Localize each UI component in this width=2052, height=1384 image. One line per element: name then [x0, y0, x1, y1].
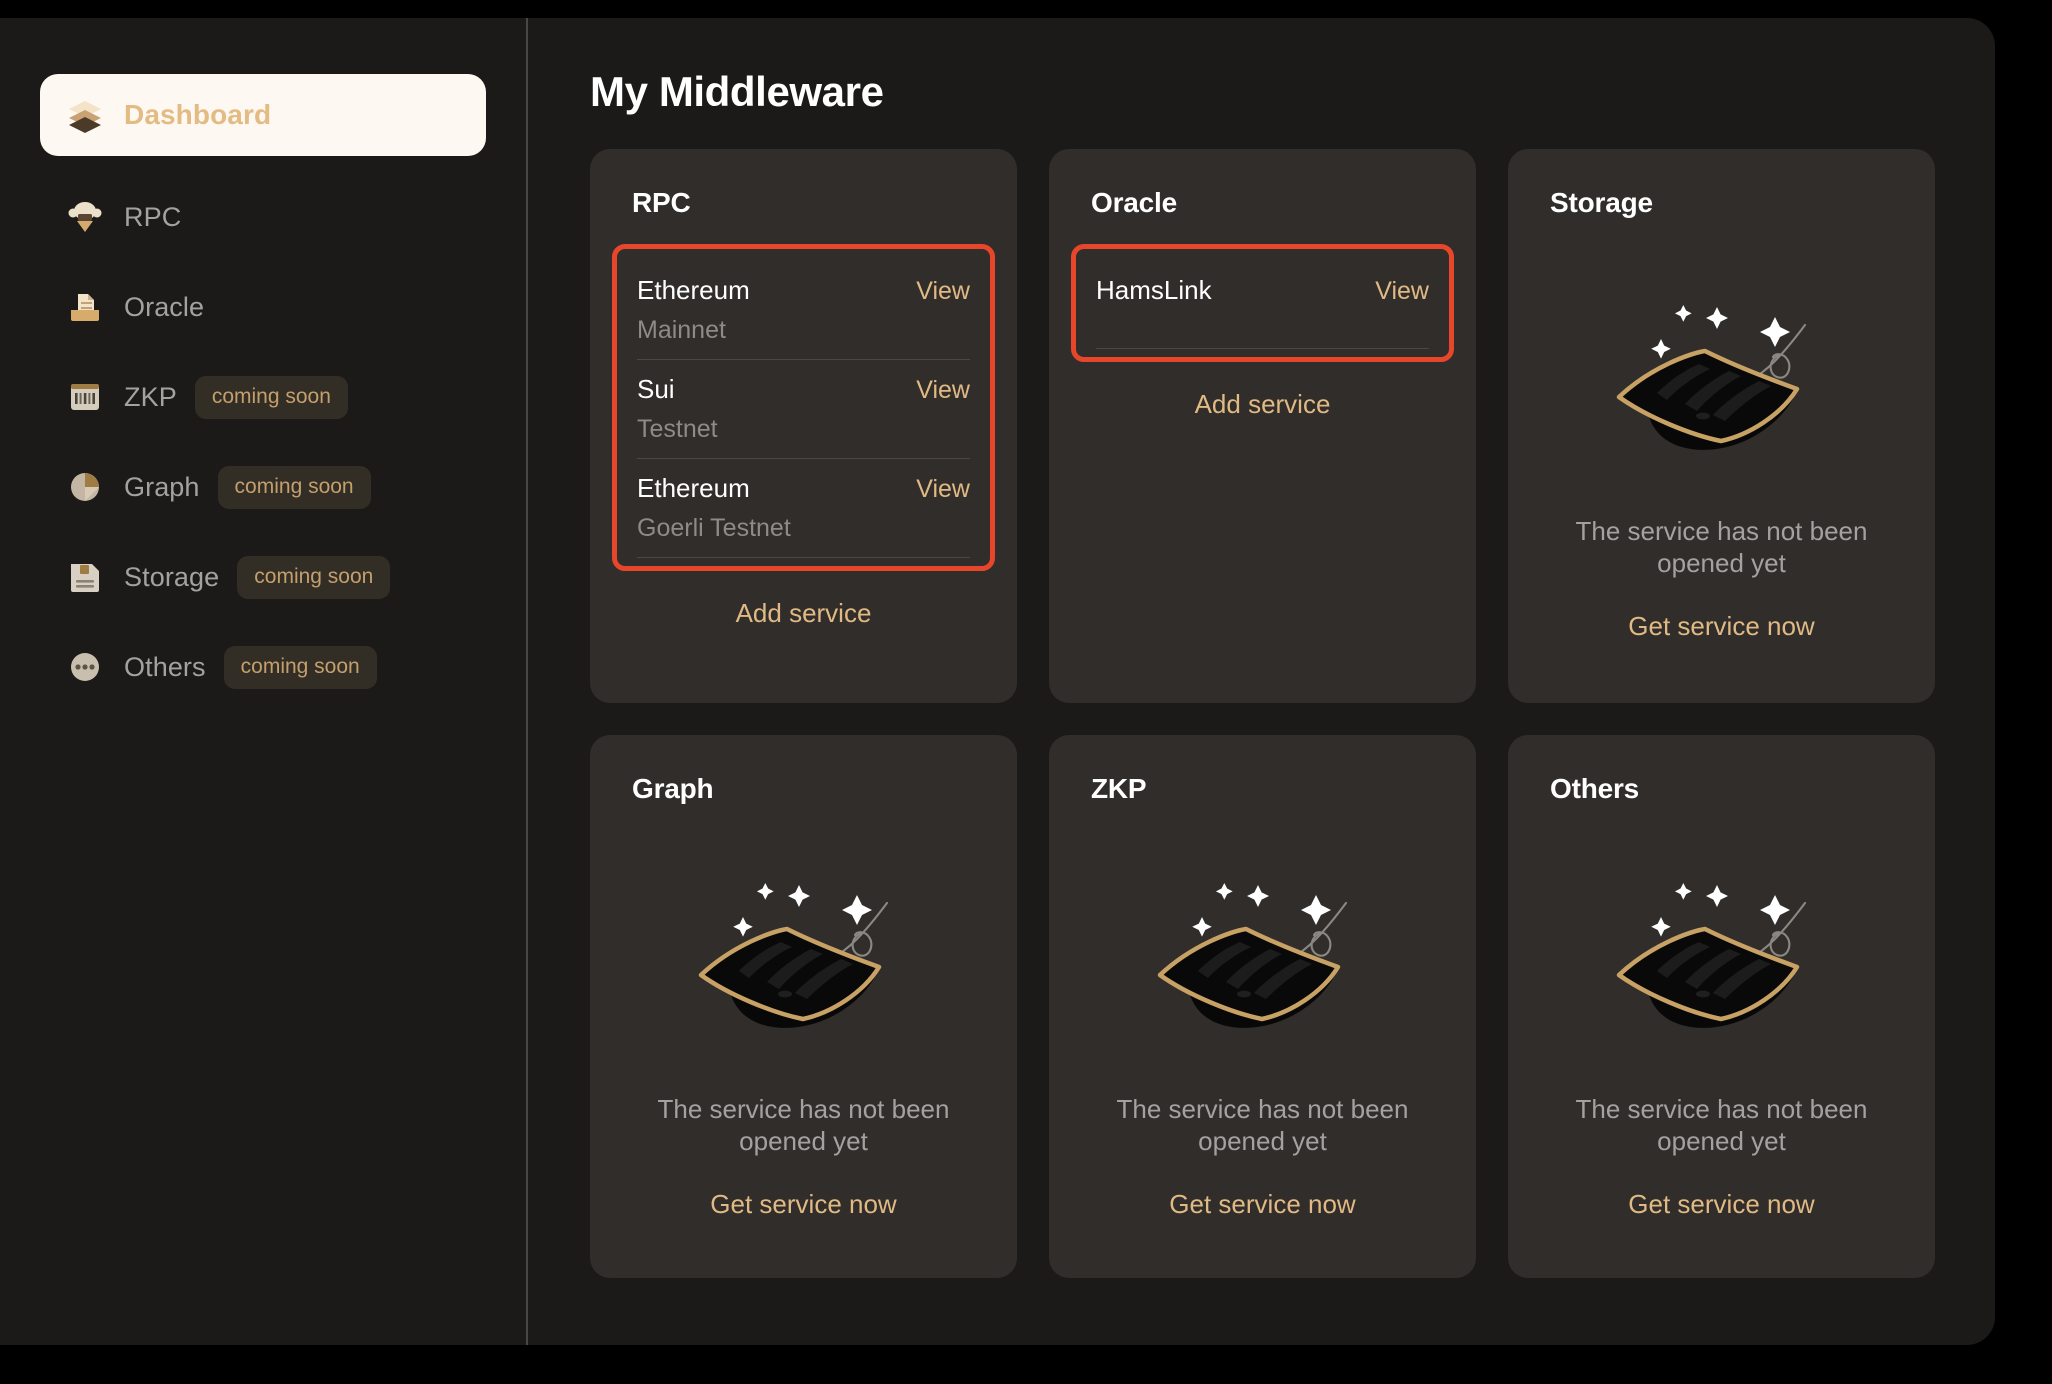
barcode-icon [66, 378, 104, 416]
coming-soon-badge: coming soon [223, 645, 377, 689]
service-row-spacer [1096, 306, 1429, 334]
service-name: HamsLink [1096, 275, 1212, 305]
middleware-card-grid-row2: Graph The service has not been opened ye… [590, 735, 1935, 1278]
sidebar-item-storage[interactable]: Storage coming soon [40, 548, 486, 606]
get-service-now-button[interactable]: Get service now [1628, 611, 1814, 642]
get-service-now-button[interactable]: Get service now [1169, 1189, 1355, 1220]
card-title: Graph [632, 773, 714, 804]
middleware-card-grid-row1: RPC Ethereum View Mainnet Sui View Testnet Ethe… [590, 149, 1935, 703]
empty-state-message: The service has not been opened yet [1116, 1094, 1409, 1156]
view-link[interactable]: View [916, 376, 970, 405]
coming-soon-badge: coming soon [194, 375, 348, 419]
divider [637, 557, 970, 558]
sidebar-item-label: Others [124, 651, 206, 682]
empty-state-illustration [1616, 882, 1807, 1028]
app-panel: Dashboard RPC Oracle ZKP coming soon Gra… [0, 18, 1995, 1345]
middleware-card-graph: Graph The service has not been opened ye… [590, 735, 1017, 1278]
add-service-button[interactable]: Add service [632, 598, 975, 629]
coming-soon-badge: coming soon [217, 465, 371, 509]
sidebar-item-label: Dashboard [124, 99, 272, 130]
sidebar-item-label: Oracle [124, 291, 205, 322]
service-network: Goerli Testnet [637, 514, 791, 542]
pie-chart-icon [66, 468, 104, 506]
empty-state-illustration [1157, 882, 1348, 1028]
middleware-card-others: Others The service has not been opened y… [1508, 735, 1935, 1278]
service-row[interactable]: Ethereum View Mainnet [637, 261, 970, 360]
empty-state-message: The service has not been opened yet [1575, 516, 1868, 578]
service-network: Testnet [637, 415, 718, 443]
service-row-header: Ethereum View [637, 473, 970, 504]
service-row[interactable]: Ethereum View Goerli Testnet [637, 459, 970, 558]
empty-state-art-wrap [1599, 847, 1844, 1052]
empty-state-illustration [698, 882, 889, 1028]
floppy-disk-icon [66, 558, 104, 596]
empty-state: The service has not been opened yet Get s… [1550, 219, 1893, 705]
service-row[interactable]: HamsLink View [1096, 261, 1429, 349]
empty-state-art-wrap [1599, 269, 1844, 474]
page-title: My Middleware [590, 68, 884, 115]
empty-state-message: The service has not been opened yet [657, 1094, 950, 1156]
empty-state: The service has not been opened yet Get s… [1550, 805, 1893, 1280]
card-title: Storage [1550, 187, 1653, 218]
view-link[interactable]: View [916, 475, 970, 504]
service-name: Sui [637, 374, 675, 404]
middleware-card-oracle: Oracle HamsLink View Add service [1049, 149, 1476, 703]
view-link[interactable]: View [1375, 277, 1429, 306]
middleware-card-zkp: ZKP The service has not been opened yet G… [1049, 735, 1476, 1278]
main-content: My Middleware RPC Ethereum View Mainnet Sui V… [528, 18, 1995, 1345]
get-service-now-button[interactable]: Get service now [1628, 1189, 1814, 1220]
empty-state-illustration [1616, 304, 1807, 450]
coming-soon-badge: coming soon [237, 555, 391, 599]
service-row-header: Sui View [637, 374, 970, 405]
service-row[interactable]: Sui View Testnet [637, 360, 970, 459]
rpc-node-icon [66, 198, 104, 236]
sidebar-item-label: Graph [124, 471, 200, 502]
empty-state: The service has not been opened yet Get s… [1091, 805, 1434, 1280]
sidebar-item-label: RPC [124, 201, 182, 232]
get-service-now-button[interactable]: Get service now [710, 1189, 896, 1220]
card-title: Others [1550, 773, 1640, 804]
service-list-highlighted: Ethereum View Mainnet Sui View Testnet Ethereu… [612, 244, 995, 571]
service-network: Mainnet [637, 316, 726, 344]
sidebar-item-rpc[interactable]: RPC [40, 188, 486, 246]
service-row-header: HamsLink View [1096, 275, 1429, 306]
empty-state-art-wrap [1140, 847, 1385, 1052]
service-name: Ethereum [637, 275, 750, 305]
add-service-button[interactable]: Add service [1091, 389, 1434, 420]
sidebar-item-label: ZKP [124, 381, 177, 412]
card-title: RPC [632, 187, 691, 218]
document-tray-icon [66, 288, 104, 326]
sidebar: Dashboard RPC Oracle ZKP coming soon Gra… [0, 18, 528, 1345]
sidebar-item-graph[interactable]: Graph coming soon [40, 458, 486, 516]
divider [1096, 348, 1429, 349]
sidebar-item-others[interactable]: Others coming soon [40, 638, 486, 696]
sidebar-item-dashboard[interactable]: Dashboard [40, 74, 486, 156]
sidebar-item-oracle[interactable]: Oracle [40, 278, 486, 336]
layers-icon [66, 96, 104, 134]
empty-state: The service has not been opened yet Get s… [632, 805, 975, 1280]
empty-state-art-wrap [681, 847, 926, 1052]
service-list-highlighted: HamsLink View [1071, 244, 1454, 362]
service-row-header: Ethereum View [637, 275, 970, 306]
card-title: Oracle [1091, 187, 1177, 218]
sidebar-item-zkp[interactable]: ZKP coming soon [40, 368, 486, 426]
ellipsis-circle-icon [66, 648, 104, 686]
empty-state-message: The service has not been opened yet [1575, 1094, 1868, 1156]
middleware-card-storage: Storage The service has not been opened … [1508, 149, 1935, 703]
service-name: Ethereum [637, 473, 750, 503]
middleware-card-rpc: RPC Ethereum View Mainnet Sui View Testnet Ethe… [590, 149, 1017, 703]
card-title: ZKP [1091, 773, 1147, 804]
sidebar-item-label: Storage [124, 561, 220, 592]
view-link[interactable]: View [916, 277, 970, 306]
